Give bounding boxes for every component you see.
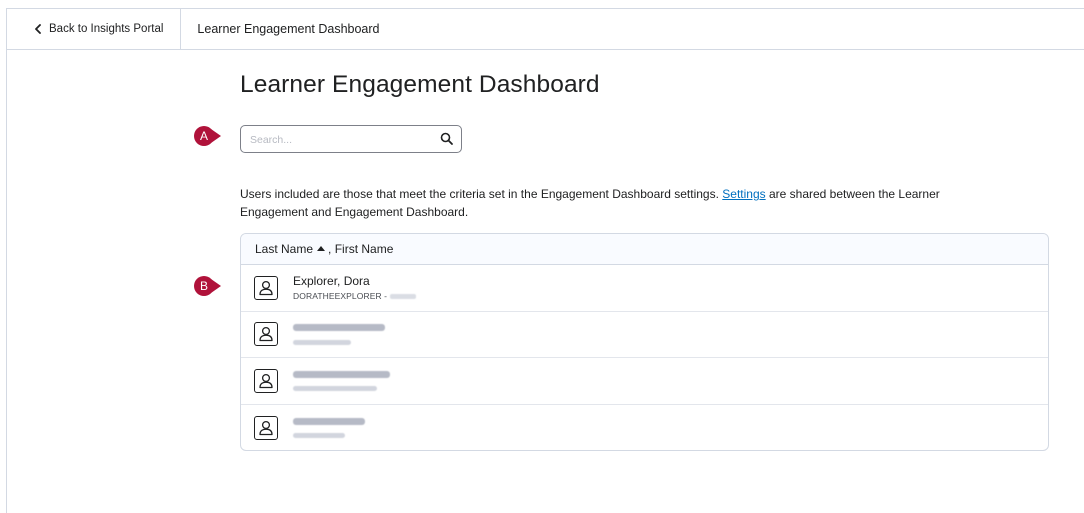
search-field [240, 125, 462, 153]
learner-names [293, 414, 365, 442]
learner-names: Explorer, Dora DORATHEEXPLORER - [293, 274, 417, 302]
sort-first-name-button[interactable]: , First Name [328, 242, 393, 256]
redacted-org-id [390, 294, 417, 299]
table-row[interactable] [241, 312, 1048, 358]
learner-username-redacted [293, 336, 385, 348]
table-row[interactable] [241, 358, 1048, 405]
user-avatar-icon [254, 415, 278, 440]
callout-pointer [211, 129, 221, 143]
learner-name[interactable]: Explorer, Dora [293, 274, 416, 289]
learner-name-redacted [293, 320, 385, 335]
learner-name-redacted [293, 414, 365, 429]
breadcrumb-title: Learner Engagement Dashboard [197, 22, 380, 36]
page-title: Learner Engagement Dashboard [240, 71, 600, 98]
back-link-label: Back to Insights Portal [49, 23, 164, 35]
sort-last-name-button[interactable]: Last Name [255, 242, 328, 256]
info-text-before: Users included are those that meet the c… [240, 187, 723, 201]
table-header: Last Name , First Name [241, 234, 1048, 265]
learner-names [293, 367, 390, 395]
learner-username: DORATHEEXPLORER - [293, 290, 417, 302]
app-frame: Back to Insights Portal Learner Engageme… [6, 8, 1084, 513]
learner-username-redacted [293, 383, 390, 395]
last-name-header: Last Name [255, 242, 314, 256]
learner-names [293, 320, 385, 348]
learner-name-redacted [293, 367, 390, 382]
user-avatar-icon [254, 322, 278, 347]
table-row[interactable]: Explorer, Dora DORATHEEXPLORER - [241, 265, 1048, 312]
learner-table: Last Name , First Name Explorer, Dora DOR… [240, 233, 1049, 451]
callout-marker-b: B [194, 276, 222, 296]
learner-username-text: DORATHEEXPLORER - [293, 290, 388, 301]
table-row[interactable] [241, 405, 1048, 451]
search-icon[interactable] [439, 131, 455, 147]
engagement-info-text: Users included are those that meet the c… [240, 185, 1010, 221]
back-to-insights-portal-link[interactable]: Back to Insights Portal [7, 8, 182, 50]
callout-marker-a: A [194, 126, 222, 146]
user-avatar-icon [254, 275, 278, 300]
learner-username-redacted [293, 430, 365, 442]
sort-ascending-icon [317, 246, 326, 252]
top-navigation-bar: Back to Insights Portal Learner Engageme… [7, 8, 1084, 50]
user-avatar-icon [254, 368, 278, 393]
chevron-left-icon [35, 24, 41, 34]
callout-pointer [211, 279, 221, 293]
search-input[interactable] [250, 131, 430, 148]
settings-link[interactable]: Settings [722, 187, 765, 201]
